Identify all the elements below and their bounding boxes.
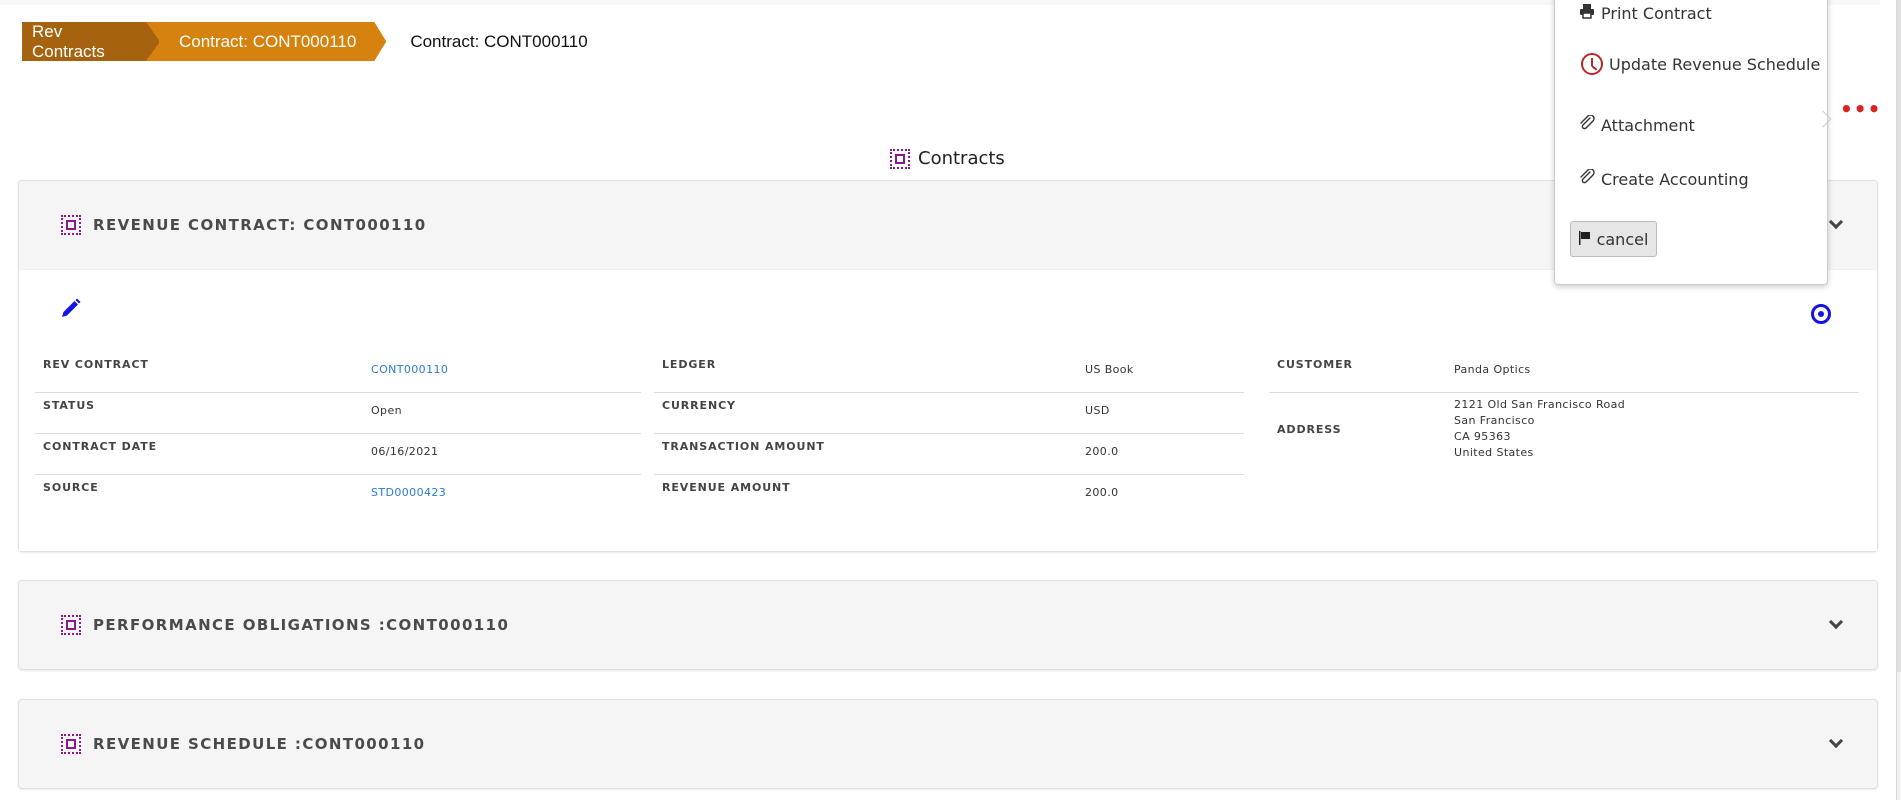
field-value: Open xyxy=(371,404,402,417)
field-rev-contract: REV CONTRACT CONT000110 xyxy=(35,352,641,393)
field-contract-date: CONTRACT DATE 06/16/2021 xyxy=(35,434,641,475)
breadcrumb-current-label: Contract: CONT000110 xyxy=(410,31,588,51)
fields-right: CUSTOMER Panda Optics ADDRESS 2121 Old S… xyxy=(1269,352,1859,473)
menu-item-label: Print Contract xyxy=(1601,3,1712,23)
breadcrumb-label: Rev Contracts xyxy=(32,21,105,61)
chevron-down-icon[interactable] xyxy=(1828,733,1844,749)
field-value: Panda Optics xyxy=(1454,363,1531,376)
field-label: REVENUE AMOUNT xyxy=(662,481,791,494)
field-label: TRANSACTION AMOUNT xyxy=(662,440,825,453)
breadcrumb-current: Contract: CONT000110 xyxy=(386,22,587,61)
field-address: ADDRESS 2121 Old San Francisco Road San … xyxy=(1269,393,1859,473)
breadcrumb-rev-contracts[interactable]: Rev Contracts xyxy=(22,22,159,61)
breadcrumb-label: Contract: CONT000110 xyxy=(179,31,357,51)
menu-item-create-accounting[interactable]: Create Accounting xyxy=(1579,168,1749,189)
field-currency: CURRENCY USD xyxy=(654,393,1244,434)
field-label: CONTRACT DATE xyxy=(43,440,158,453)
breadcrumb: Rev Contracts Contract: CONT000110 Contr… xyxy=(22,22,588,61)
field-value: 200.0 xyxy=(1085,445,1119,458)
frame-icon xyxy=(61,615,81,635)
field-ledger: LEDGER US Book xyxy=(654,352,1244,393)
menu-item-label: Attachment xyxy=(1601,115,1695,135)
revenue-schedule-header[interactable]: REVENUE SCHEDULE :CONT000110 xyxy=(19,700,1877,788)
address-line: United States xyxy=(1454,446,1534,459)
pencil-icon[interactable] xyxy=(59,296,83,320)
target-icon[interactable] xyxy=(1811,304,1831,324)
chevron-right-icon xyxy=(1814,110,1832,128)
breadcrumb-contract[interactable]: Contract: CONT000110 xyxy=(159,22,386,61)
clock-icon xyxy=(1581,53,1603,75)
field-label: ADDRESS xyxy=(1277,423,1342,436)
flag-icon xyxy=(1578,230,1591,249)
field-label: CURRENCY xyxy=(662,399,736,412)
performance-obligations-panel: PERFORMANCE OBLIGATIONS :CONT000110 xyxy=(18,580,1878,670)
field-source: SOURCE STD0000423 xyxy=(35,475,641,516)
ellipsis-icon: ••• xyxy=(1840,97,1882,121)
fields-left: REV CONTRACT CONT000110 STATUS Open CONT… xyxy=(35,352,641,516)
printer-icon xyxy=(1579,3,1595,23)
fields-middle: LEDGER US Book CURRENCY USD TRANSACTION … xyxy=(654,352,1244,516)
performance-obligations-header[interactable]: PERFORMANCE OBLIGATIONS :CONT000110 xyxy=(19,581,1877,669)
field-label: STATUS xyxy=(43,399,95,412)
frame-icon xyxy=(61,215,81,235)
field-customer: CUSTOMER Panda Optics xyxy=(1269,352,1859,393)
field-revenue-amount: REVENUE AMOUNT 200.0 xyxy=(654,475,1244,516)
actions-menu: Print Contract Update Revenue Schedule A… xyxy=(1554,0,1832,285)
menu-item-print-contract[interactable]: Print Contract xyxy=(1579,3,1712,23)
frame-icon xyxy=(61,734,81,754)
field-status: STATUS Open xyxy=(35,393,641,434)
address-line: San Francisco xyxy=(1454,414,1535,427)
source-link[interactable]: STD0000423 xyxy=(371,486,446,499)
scrollbar-thumb[interactable] xyxy=(1897,0,1901,672)
menu-item-attachment[interactable]: Attachment xyxy=(1579,114,1695,135)
address-line: 2121 Old San Francisco Road xyxy=(1454,398,1626,411)
page-title: Contracts xyxy=(890,148,1005,169)
rev-contract-link[interactable]: CONT000110 xyxy=(371,363,448,376)
paperclip-icon xyxy=(1579,114,1595,135)
field-label: CUSTOMER xyxy=(1277,358,1353,371)
cancel-button[interactable]: cancel xyxy=(1570,221,1657,257)
revenue-schedule-panel: REVENUE SCHEDULE :CONT000110 xyxy=(18,699,1878,789)
chevron-down-icon[interactable] xyxy=(1828,214,1844,230)
field-label: REV CONTRACT xyxy=(43,358,149,371)
paperclip-icon xyxy=(1579,168,1595,189)
chevron-down-icon[interactable] xyxy=(1828,614,1844,630)
field-label: SOURCE xyxy=(43,481,99,494)
revenue-contract-body: REV CONTRACT CONT000110 STATUS Open CONT… xyxy=(19,269,1877,551)
cancel-label: cancel xyxy=(1596,229,1649,249)
more-actions-button[interactable]: ••• xyxy=(1840,99,1881,119)
panel-title: PERFORMANCE OBLIGATIONS :CONT000110 xyxy=(93,616,510,634)
field-value: 06/16/2021 xyxy=(371,445,439,458)
address-line: CA 95363 xyxy=(1454,430,1511,443)
field-value: 200.0 xyxy=(1085,486,1119,499)
panel-title: REVENUE SCHEDULE :CONT000110 xyxy=(93,735,426,753)
address-value: 2121 Old San Francisco Road San Francisc… xyxy=(1454,397,1625,461)
field-value: USD xyxy=(1085,404,1110,417)
vertical-scrollbar[interactable] xyxy=(1896,0,1901,800)
field-transaction-amount: TRANSACTION AMOUNT 200.0 xyxy=(654,434,1244,475)
field-label: LEDGER xyxy=(662,358,717,371)
page-title-text: Contracts xyxy=(918,148,1005,169)
menu-item-label: Create Accounting xyxy=(1601,169,1749,189)
menu-item-update-revenue-schedule[interactable]: Update Revenue Schedule xyxy=(1581,53,1820,75)
panel-title: REVENUE CONTRACT: CONT000110 xyxy=(93,216,427,234)
menu-item-label: Update Revenue Schedule xyxy=(1609,54,1821,74)
frame-icon xyxy=(890,148,910,169)
field-value: US Book xyxy=(1085,363,1134,376)
